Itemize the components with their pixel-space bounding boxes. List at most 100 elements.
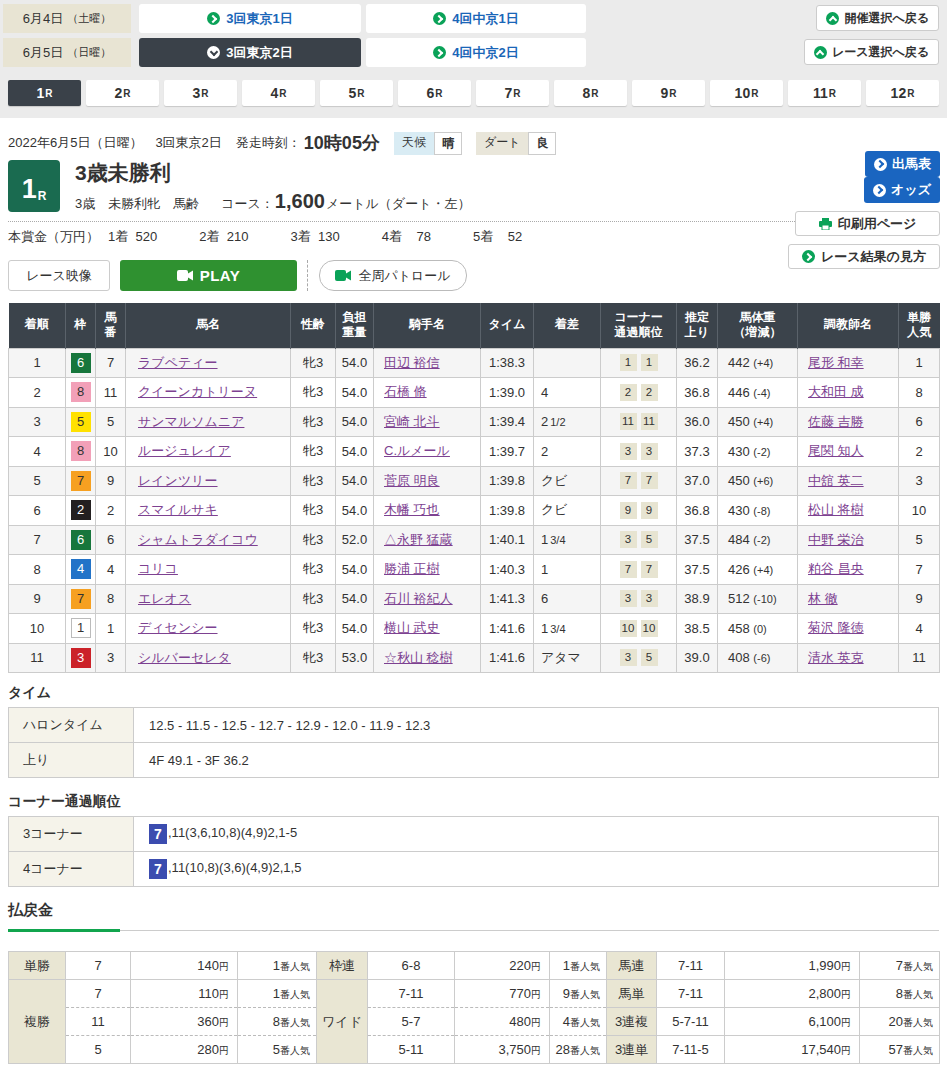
race-tab[interactable]: 1R [8,80,81,106]
corner-positions: 22 [601,378,677,408]
frame-number-badge: 8 [71,382,91,402]
race-tab[interactable]: 5R [320,80,393,106]
trainer-name-link[interactable]: 粕谷 昌央 [808,561,864,576]
horse-weight: 430 (-2) [718,437,798,467]
corner4-label: 4コーナー [9,852,134,887]
horse-weight: 442 (+4) [718,348,798,378]
race-conditions: 3歳 未勝利牝 馬齢 コース： 1,600 メートル（ダート・左） [75,191,470,213]
margin: 4 [534,378,601,408]
race-video-button[interactable]: レース映像 [8,260,110,291]
meeting-button-chukyo2[interactable]: 4回中京2日 [366,38,586,67]
trainer-name-link[interactable]: 菊沢 隆徳 [808,620,864,635]
last-furlongs-label: 上り [9,743,134,778]
horse-name-link[interactable]: シャムトラダイコウ [138,532,258,547]
horse-name-link[interactable]: ラブペティー [138,355,218,370]
trainer-name-link[interactable]: 林 徹 [808,591,838,606]
horse-name-link[interactable]: ルージュレイア [138,443,231,458]
course-distance: 1,600 [275,191,325,212]
finish-time: 1:40.3 [481,555,534,585]
jockey-name-link[interactable]: △永野 猛蔵 [384,532,453,547]
print-page-button[interactable]: 印刷用ページ [795,211,940,236]
trainer-name-link[interactable]: 佐藤 吉勝 [808,414,864,429]
horse-weight: 450 (+4) [718,407,798,437]
margin: 1 [534,555,601,585]
horse-name-link[interactable]: スマイルサキ [138,502,218,517]
corner-positions: 1010 [601,614,677,644]
jockey-name-link[interactable]: 勝浦 正樹 [384,561,440,576]
jockey-name-link[interactable]: 木幡 巧也 [384,502,440,517]
horse-name-link[interactable]: レインツリー [138,473,218,488]
horse-name-link[interactable]: シルバーセレタ [138,650,231,665]
jockey-name-link[interactable]: 菅原 明良 [384,473,440,488]
race-result-guide-button[interactable]: レース結果の見方 [788,244,940,269]
race-tab[interactable]: 3R [164,80,237,106]
jockey-name-link[interactable]: ☆秋山 稔樹 [384,650,453,665]
horse-number: 8 [96,584,126,614]
last-3f-time: 36.8 [677,496,718,526]
payout-title: 払戻金 [8,901,939,920]
finish-time: 1:39.4 [481,407,534,437]
chevron-right-icon [873,184,886,197]
race-tab[interactable]: 10R [710,80,783,106]
race-tab[interactable]: 11R [788,80,861,106]
race-tab[interactable]: 2R [86,80,159,106]
race-tab[interactable]: 12R [866,80,939,106]
finish-position: 3 [9,407,66,437]
jockey-name-link[interactable]: 石川 裕紀人 [384,591,453,606]
finish-position: 9 [9,584,66,614]
meeting-button-chukyo1[interactable]: 4回中京1日 [366,4,586,33]
leader-box: 7 [149,859,167,879]
jockey-name-link[interactable]: 宮崎 北斗 [384,414,440,429]
carried-weight: 54.0 [336,437,374,467]
horse-number: 2 [96,496,126,526]
carried-weight: 54.0 [336,407,374,437]
finish-position: 8 [9,555,66,585]
furlong-time-value: 12.5 - 11.5 - 12.5 - 12.7 - 12.9 - 12.0 … [134,708,939,743]
race-tab[interactable]: 7R [476,80,549,106]
meeting-button-tokyo1[interactable]: 3回東京1日 [139,4,361,33]
odds-button[interactable]: オッズ [864,177,940,203]
last-3f-time: 37.5 [677,555,718,585]
sex-age: 牝3 [291,348,336,378]
jockey-name-link[interactable]: 田辺 裕信 [384,355,440,370]
race-tab[interactable]: 8R [554,80,627,106]
jockey-name-link[interactable]: 石橋 脩 [384,384,427,399]
trainer-name-link[interactable]: 中舘 英二 [808,473,864,488]
horse-name-link[interactable]: コリコ [138,561,178,576]
race-tab[interactable]: 9R [632,80,705,106]
trainer-name-link[interactable]: 大和田 成 [808,384,864,399]
horse-name-link[interactable]: サンマルソムニア [138,414,244,429]
play-button[interactable]: PLAY [120,260,297,291]
back-to-race-select-button[interactable]: レース選択へ戻る [804,39,939,65]
horse-name-link[interactable]: エレオス [138,591,191,606]
race-tab[interactable]: 4R [242,80,315,106]
meeting-button-tokyo2-selected[interactable]: 3回東京2日 [139,38,361,67]
patrol-video-button[interactable]: 全周パトロール [319,260,467,291]
jockey-name-link[interactable]: C.ルメール [384,443,450,458]
trainer-name-link[interactable]: 中野 栄治 [808,532,864,547]
trainer-name-link[interactable]: 松山 将樹 [808,502,864,517]
trainer-name-link[interactable]: 尾関 知人 [808,443,864,458]
race-tab[interactable]: 6R [398,80,471,106]
finish-position: 1 [9,348,66,378]
win-popularity: 1 [899,348,940,378]
back-to-meeting-button[interactable]: 開催選択へ戻る [816,5,939,31]
last-3f-time: 36.8 [677,378,718,408]
wide-label: ワイド [317,980,368,1064]
frame-number-badge: 2 [71,500,91,520]
horse-name-link[interactable]: クイーンカトリーヌ [138,384,257,399]
entries-button[interactable]: 出馬表 [865,151,940,177]
margin: クビ [534,466,601,496]
frame-number-badge: 5 [71,412,91,432]
date-row-1: 6月4日（土曜） 3回東京1日 4回中京1日 開催選択へ戻る [3,4,939,33]
corner-section-title: コーナー通過順位 [8,793,939,811]
jockey-name-link[interactable]: 横山 武史 [384,620,440,635]
frame-number-badge: 3 [71,648,91,668]
corner-table: 3コーナー 7,11(3,6,10,8)(4,9)2,1-5 4コーナー 7,1… [8,816,939,887]
horse-weight: 430 (-8) [718,496,798,526]
trainer-name-link[interactable]: 尾形 和幸 [808,355,864,370]
date-cell-sun: 6月5日（日曜） [3,38,131,67]
horse-name-link[interactable]: ディセンシー [138,620,218,635]
trainer-name-link[interactable]: 清水 英克 [808,650,864,665]
finish-position: 11 [9,643,66,673]
